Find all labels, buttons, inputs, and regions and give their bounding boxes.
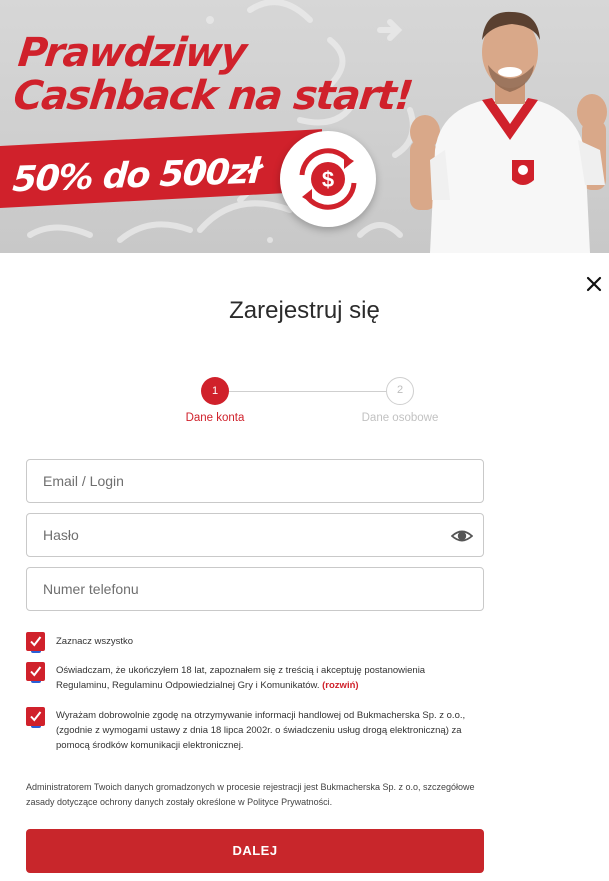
privacy-info: Administratorem Twoich danych gromadzony… xyxy=(26,782,475,807)
step-1-label: Dane konta xyxy=(185,412,245,424)
age-terms-label: Oświadczam, że ukończyłem 18 lat, zapozn… xyxy=(56,663,476,693)
headline-line1: Prawdziwy xyxy=(15,30,248,76)
eye-icon[interactable] xyxy=(451,526,473,546)
stepper-line xyxy=(228,391,387,392)
age-terms-checkbox[interactable] xyxy=(26,662,45,683)
email-input[interactable] xyxy=(27,460,483,502)
close-icon xyxy=(586,276,602,292)
close-button[interactable] xyxy=(582,272,606,296)
cashback-icon: $ xyxy=(299,148,357,210)
step-1-indicator: 1 xyxy=(201,377,229,405)
dollar-symbol: $ xyxy=(322,167,334,192)
marketing-checkbox[interactable] xyxy=(26,707,45,728)
checkmark-icon xyxy=(30,666,42,677)
email-field[interactable] xyxy=(26,459,484,503)
modal-title: Zarejestruj się xyxy=(229,297,380,324)
marketing-label: Wyrażam dobrowolnie zgodę na otrzymywani… xyxy=(56,710,466,751)
ambassador-photo xyxy=(410,11,607,253)
cashback-badge: $ xyxy=(280,131,376,227)
phone-field[interactable] xyxy=(26,567,484,611)
step-2-indicator: 2 xyxy=(386,377,414,405)
age-terms-text: Oświadczam, że ukończyłem 18 lat, zapozn… xyxy=(56,665,426,691)
password-field[interactable] xyxy=(26,513,484,557)
promo-banner: Prawdziwy Cashback na start! 50% do 500z… xyxy=(0,0,609,253)
checkmark-icon xyxy=(30,636,42,647)
headline-line2: Cashback na start! xyxy=(11,73,415,119)
select-all-label: Zaznacz wszystko xyxy=(56,636,134,647)
banner-headline: Prawdziwy Cashback na start! xyxy=(11,30,418,119)
phone-input[interactable] xyxy=(27,568,483,610)
select-all-checkbox[interactable] xyxy=(26,632,45,653)
step-2-label: Dane osobowe xyxy=(361,412,439,424)
checkmark-icon xyxy=(30,711,42,722)
password-input[interactable] xyxy=(27,514,483,556)
next-button[interactable]: DALEJ xyxy=(26,829,484,873)
expand-link[interactable]: (rozwiń) xyxy=(322,680,358,691)
